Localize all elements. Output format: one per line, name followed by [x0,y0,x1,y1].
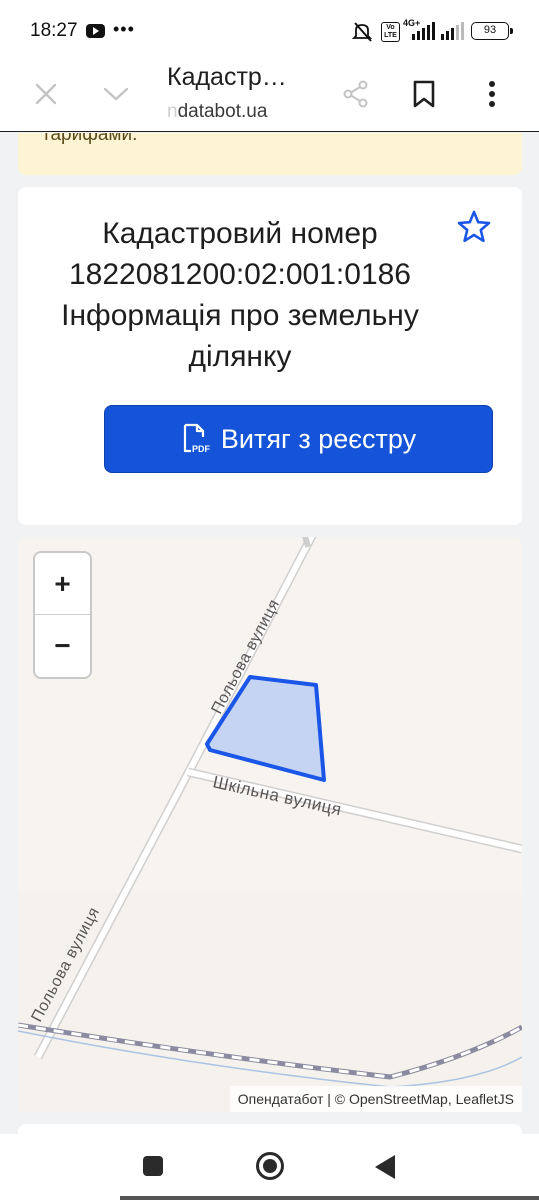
gesture-bar [120,1196,539,1200]
page-url[interactable]: ndatabot.ua [167,101,267,123]
more-notifications-icon: ••• [113,19,135,39]
browser-toolbar: Кадастр… ndatabot.ua [0,60,539,132]
parcel-heading: Кадастровий номер 1822081200:02:001:0186… [48,213,432,377]
volte-icon: Vo LTE [381,22,400,42]
url-domain: databot.ua [177,101,268,122]
home-button[interactable] [256,1152,284,1180]
status-time: 18:27 [30,20,78,41]
registry-extract-label: Витяг з реєстру [220,423,417,454]
zoom-out-button[interactable]: − [35,615,90,677]
registry-extract-button[interactable]: PDF Витяг з реєстру [104,405,493,473]
heading-line-4: ділянку [188,340,292,373]
pdf-file-icon: PDF [183,423,211,454]
close-icon[interactable] [30,78,62,110]
parcel-info-card: Кадастровий номер 1822081200:02:001:0186… [18,187,522,525]
share-icon[interactable] [338,76,374,112]
heading-line-1: Кадастровий номер [102,217,378,250]
map-attribution[interactable]: Опендатабот | © OpenStreetMap, LeafletJS [229,1086,522,1112]
map-tiles: Польова вулиця Шкільна вулиця Польова ву… [18,537,522,1112]
bookmark-icon[interactable] [406,76,442,112]
status-bar: 18:27 ••• Vo LTE 4G+ 93 [0,0,539,60]
parcel-map[interactable]: Польова вулиця Шкільна вулиця Польова ву… [18,537,522,1112]
zoom-in-button[interactable]: + [35,553,90,615]
next-card-edge [18,1124,522,1134]
pdf-icon-label: PDF [192,444,211,454]
mute-icon [352,22,373,42]
banner-text: тарифами. [42,133,138,145]
page-title[interactable]: Кадастр… [167,63,287,92]
battery-indicator: 93 [471,22,513,40]
system-nav-bar [0,1134,539,1200]
cadastral-number: 1822081200:02:001:0186 [68,258,411,291]
zoom-control: + − [33,551,92,679]
chevron-down-icon[interactable] [100,78,132,110]
tariff-banner: тарифами. [18,133,522,175]
recent-apps-button[interactable] [143,1156,163,1176]
youtube-notification-icon [86,24,105,38]
url-prefix: n [167,101,178,122]
heading-line-3: Інформація про земельну [61,299,419,332]
signal-icon-2 [441,22,464,40]
signal-icon [412,22,435,40]
more-vertical-icon[interactable] [476,76,508,112]
back-button[interactable] [375,1155,395,1179]
star-icon[interactable] [456,209,492,250]
